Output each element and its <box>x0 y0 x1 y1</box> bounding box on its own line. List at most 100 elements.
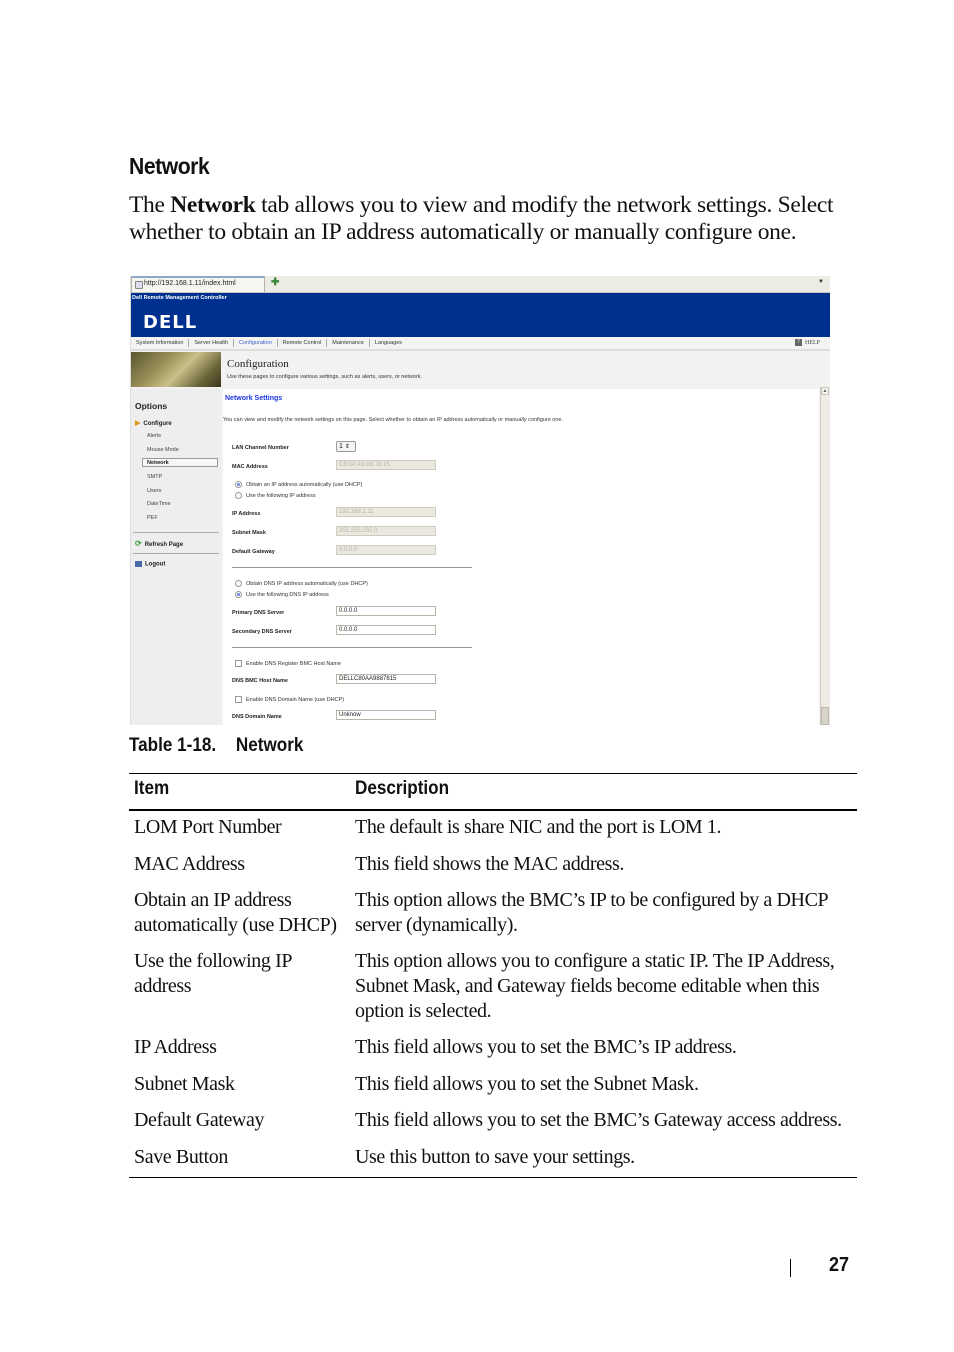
scroll-up-icon[interactable]: ▲ <box>821 387 829 395</box>
nav-configuration[interactable]: Configuration <box>234 339 278 347</box>
dns-host-name-field[interactable]: DELLC80AA9887815 <box>336 674 436 684</box>
sidebar-item-alerts[interactable]: Alerts <box>147 433 161 439</box>
chevron-down-icon[interactable]: ▼ <box>818 279 824 285</box>
network-screenshot: http://192.168.1.11/index.html ✚ ▼ Dell … <box>130 276 830 725</box>
radio-obtain-ip-dhcp[interactable]: Obtain an IP address automatically (use … <box>235 481 362 488</box>
radio-unselected-icon <box>235 580 242 587</box>
item-cell: Subnet Mask <box>134 1073 235 1095</box>
radio-dhcp-label: Obtain an IP address automatically (use … <box>246 481 363 488</box>
help-label: HELP <box>805 340 820 346</box>
mac-address-label: MAC Address <box>232 464 268 470</box>
plus-icon[interactable]: ✚ <box>271 277 279 288</box>
default-gateway-label: Default Gateway <box>232 549 275 555</box>
header-image <box>131 352 221 387</box>
network-settings-panel: Network Settings You can view and modify… <box>223 389 819 725</box>
help-icon: ? <box>795 339 802 347</box>
sidebar-item-network[interactable]: Network <box>142 458 218 467</box>
item-cell: Save Button <box>134 1146 228 1168</box>
table-row: Save Button Use this button to save your … <box>129 1145 857 1177</box>
header-description: Description <box>355 778 450 799</box>
banner: Dell Remote Management Controller DELL <box>131 293 830 337</box>
configure-label: Configure <box>143 421 172 427</box>
logout-label: Logout <box>145 561 166 568</box>
item-cell: Default Gateway <box>134 1109 265 1131</box>
nav-system-information[interactable]: System Information <box>131 339 190 347</box>
item-cell: Use the following IP address <box>134 950 292 997</box>
radio-unselected-icon <box>235 492 242 499</box>
subnet-mask-label: Subnet Mask <box>232 530 266 536</box>
sidebar-divider <box>133 532 219 533</box>
checkbox-enable-dns-domain[interactable]: Enable DNS Domain Name (use DHCP) <box>235 696 344 703</box>
radio-use-static-dns[interactable]: Use the following DNS IP address <box>235 591 329 598</box>
sidebar-item-datetime[interactable]: DateTime <box>147 501 171 507</box>
default-gateway-field[interactable]: 0.0.0.0 <box>336 545 436 555</box>
radio-selected-icon <box>235 481 242 488</box>
caption-number: Table 1-18. <box>129 735 217 756</box>
intro-text: The <box>129 192 171 218</box>
sidebar-item-smtp[interactable]: SMTP <box>147 474 162 480</box>
table-row: MAC Address This field shows the MAC addr… <box>129 852 857 888</box>
table-row: Use the following IP address This option … <box>129 949 857 1035</box>
sidebar-item-users[interactable]: Users <box>147 488 161 494</box>
refresh-page-link[interactable]: ⟳ Refresh Page <box>135 539 183 548</box>
page-icon <box>135 281 143 289</box>
refresh-icon: ⟳ <box>135 539 142 548</box>
table-row: Subnet Mask This field allows you to set … <box>129 1072 857 1108</box>
intro-paragraph: The Network tab allows you to view and m… <box>129 192 859 246</box>
checkbox-enable-dns-register[interactable]: Enable DNS Register BMC Host Name <box>235 660 341 667</box>
refresh-label: Refresh Page <box>144 542 184 548</box>
item-cell: MAC Address <box>134 853 245 875</box>
logout-icon <box>135 561 142 567</box>
description-cell: Use this button to save your settings. <box>355 1146 635 1168</box>
dns-host-name-label: DNS BMC Host Name <box>232 678 288 684</box>
vertical-scrollbar[interactable]: ▲ <box>820 387 830 725</box>
nav-server-health[interactable]: Server Health <box>189 339 235 347</box>
tab-url: http://192.168.1.11/index.html <box>144 280 236 287</box>
sidebar-item-pef[interactable]: PEF <box>147 515 158 521</box>
banner-title: Dell Remote Management Controller <box>132 295 227 301</box>
divider <box>232 567 472 568</box>
subnet-mask-field[interactable]: 255.255.255.0 <box>336 526 436 536</box>
logout-link[interactable]: Logout <box>135 561 165 568</box>
network-settings-title: Network Settings <box>225 395 283 402</box>
lan-channel-select[interactable]: 1 ⇕ <box>336 441 356 452</box>
description-cell: This field allows you to set the BMC’s G… <box>355 1109 842 1131</box>
browser-tab[interactable]: http://192.168.1.11/index.html <box>131 276 265 292</box>
browser-tab-bar: http://192.168.1.11/index.html ✚ ▼ <box>131 276 830 293</box>
secondary-dns-field[interactable]: 0.0.0.0 <box>336 625 436 635</box>
table-row: IP Address This field allows you to set t… <box>129 1035 857 1072</box>
sidebar-configure[interactable]: ▶ Configure <box>135 419 172 427</box>
radio-dns-dhcp-label: Obtain DNS IP address automatically (use… <box>246 580 368 587</box>
enable-dns-domain-label: Enable DNS Domain Name (use DHCP) <box>246 696 345 703</box>
sidebar-item-mouse-mode[interactable]: Mouse Mode <box>147 447 179 453</box>
item-cell: IP Address <box>134 1036 217 1058</box>
sidebar-divider <box>133 553 219 554</box>
radio-use-static-ip[interactable]: Use the following IP address <box>235 492 316 499</box>
scroll-thumb[interactable] <box>821 707 829 725</box>
description-cell: This field allows you to set the Subnet … <box>355 1073 699 1095</box>
item-cell: Obtain an IP address automatically (use … <box>134 889 337 936</box>
table-row: Obtain an IP address automatically (use … <box>129 888 857 949</box>
nav-languages[interactable]: Languages <box>370 339 407 347</box>
help-link[interactable]: ? HELP <box>795 337 820 349</box>
nav-remote-control[interactable]: Remote Control <box>278 339 328 347</box>
description-cell: This field shows the MAC address. <box>355 853 624 875</box>
table-row: Default Gateway This field allows you to … <box>129 1108 857 1145</box>
header-item: Item <box>134 778 170 799</box>
caption-title: Network <box>235 735 304 756</box>
secondary-dns-label: Secondary DNS Server <box>232 629 292 635</box>
mac-address-field[interactable]: C8:0A:A9:88:78:15 <box>336 460 436 470</box>
nav-maintenance[interactable]: Maintenance <box>327 339 370 347</box>
ip-address-field[interactable]: 192.168.1.11 <box>336 507 436 517</box>
lan-channel-value: 1 <box>339 443 343 450</box>
radio-selected-icon <box>235 591 242 598</box>
ip-address-label: IP Address <box>232 511 261 517</box>
dns-domain-name-field[interactable]: Unknow <box>336 710 436 720</box>
radio-obtain-dns-dhcp[interactable]: Obtain DNS IP address automatically (use… <box>235 580 368 587</box>
primary-dns-field[interactable]: 0.0.0.0 <box>336 606 436 616</box>
sidebar: Options ▶ Configure Alerts Mouse Mode Net… <box>131 389 221 725</box>
lan-channel-label: LAN Channel Number <box>232 445 289 451</box>
description-cell: This field allows you to set the BMC’s I… <box>355 1036 737 1058</box>
primary-dns-label: Primary DNS Server <box>232 610 285 616</box>
footer-divider <box>790 1259 791 1277</box>
